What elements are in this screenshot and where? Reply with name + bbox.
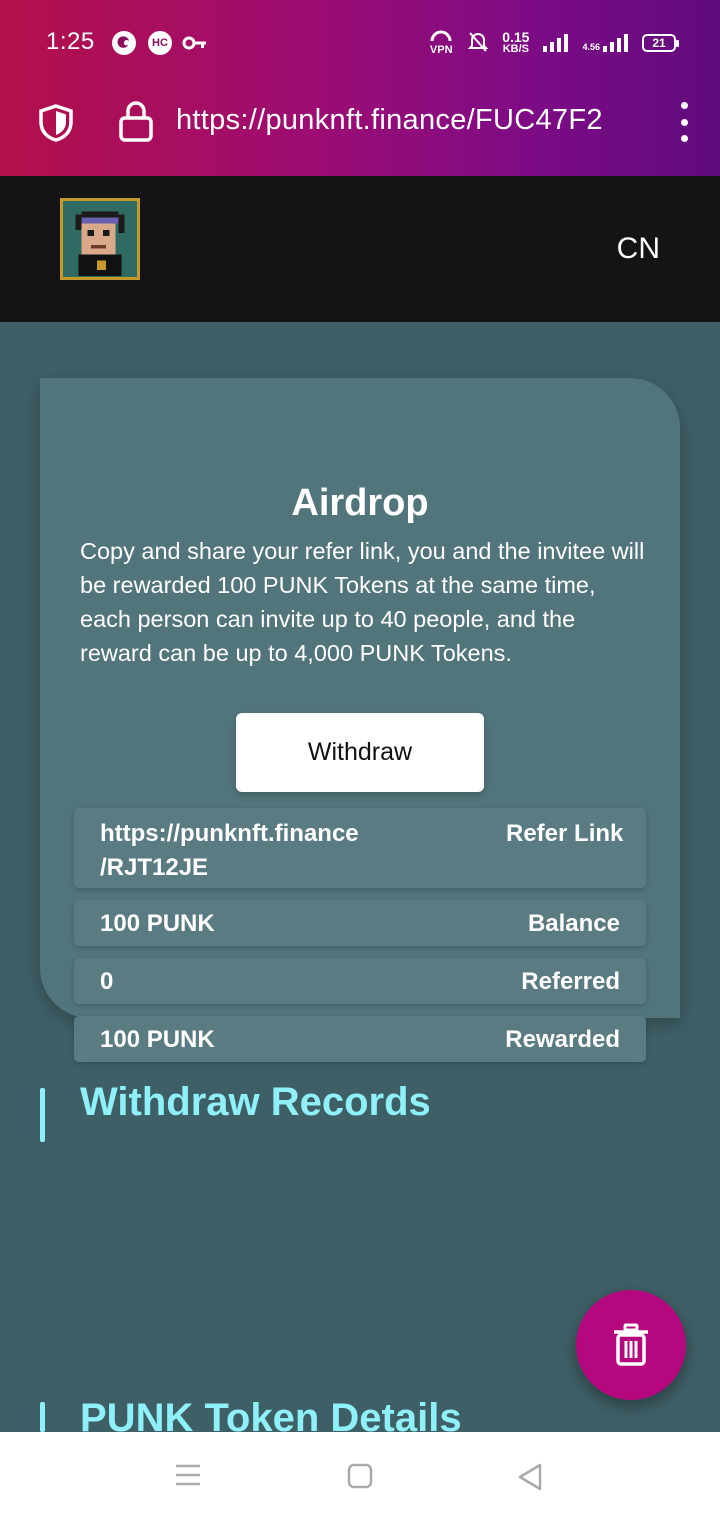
airdrop-title: Airdrop [291,482,429,524]
site-header: CN [0,176,720,322]
refer-link-value[interactable]: https://punknft.finance /RJT12JE [100,817,400,885]
language-toggle[interactable]: CN [617,232,660,266]
signal-icon-2: 4.56 [582,34,628,52]
withdraw-button[interactable]: Withdraw [236,713,484,792]
net-speed: 0.15 KB/S [502,29,530,55]
rewarded-value: 100 PUNK [100,1026,215,1053]
hc-icon: HC [148,31,172,55]
withdraw-records-heading: Withdraw Records [80,1080,431,1124]
refer-link-row[interactable]: https://punknft.finance /RJT12JE Refer L… [74,808,646,888]
address-bar[interactable]: https://punknft.finance/FUC47F2 [0,88,720,176]
rewarded-row: 100 PUNK Rewarded [74,1016,646,1062]
battery-level: 21 [652,36,666,50]
balance-label: Balance [527,910,620,937]
balance-value: 100 PUNK [100,910,215,937]
url-text[interactable]: https://punknft.finance/FUC47F2 [176,104,603,137]
referred-label: Referred [521,968,620,995]
signal-icon [543,34,569,52]
referred-value: 0 [100,968,114,995]
key-icon [182,35,208,56]
section-accent-bar [40,1402,45,1432]
net-speed-unit: KB/S [502,43,529,55]
airdrop-description: Copy and share your refer link, you and … [80,538,645,666]
delete-fab[interactable] [576,1290,686,1400]
system-nav-bar [0,1432,720,1520]
balance-row: 100 PUNK Balance [74,900,646,946]
vpn-label: VPN [429,44,453,56]
shield-icon[interactable] [38,104,74,147]
lock-icon[interactable] [118,100,154,147]
menu-icon[interactable] [676,102,692,142]
trash-icon [614,1323,648,1366]
status-time: 1:25 [46,28,95,55]
vpn-icon: VPN [428,30,454,56]
status-bar: 1:25 HC VPN 0.15 KB/S 4.56 21 [0,0,720,88]
punk-logo[interactable] [60,198,140,280]
rewarded-label: Rewarded [505,1026,620,1053]
refer-link-label: Refer Link [506,820,624,847]
referred-row: 0 Referred [74,958,646,1004]
net-speed-value: 0.15 [502,29,530,45]
recents-icon[interactable] [174,1462,202,1493]
section-accent-bar [40,1088,45,1142]
network-label: 4.56 [582,42,600,52]
mute-bell-icon [467,31,489,56]
battery-icon: 21 [642,34,679,52]
back-icon[interactable] [516,1462,544,1497]
firefox-icon [112,31,136,55]
browser-chrome: 1:25 HC VPN 0.15 KB/S 4.56 21 https://pu… [0,0,720,176]
home-icon[interactable] [346,1462,374,1495]
